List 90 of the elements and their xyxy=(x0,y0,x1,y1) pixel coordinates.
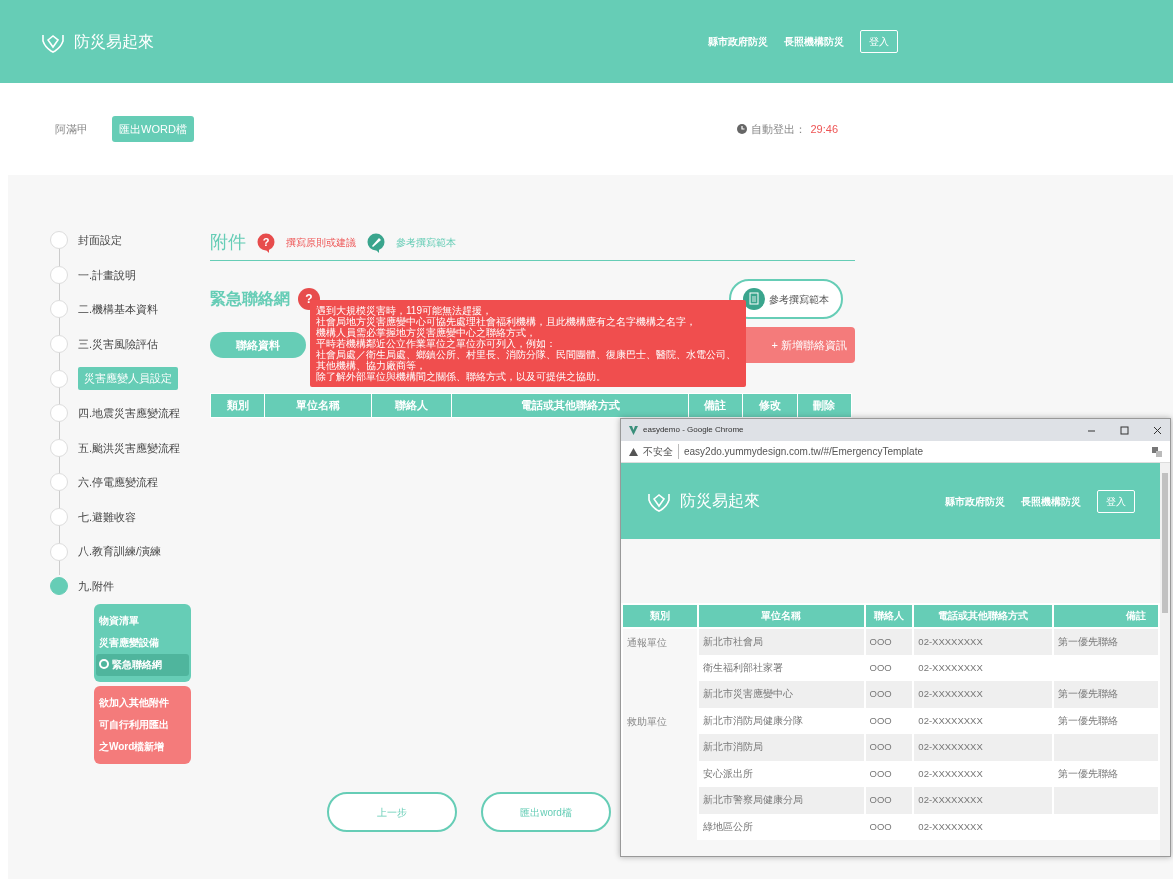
table-cell: 安心派出所 xyxy=(702,767,753,779)
column-header: 聯絡人 xyxy=(371,393,452,418)
sidebar-item[interactable]: 七.避難收容 xyxy=(78,508,137,526)
sidebar-item[interactable]: 五.颱洪災害應變流程 xyxy=(78,439,181,457)
sidebar-item[interactable]: 一.計畫說明 xyxy=(78,266,137,284)
sample-link[interactable]: 參考撰寫範本 xyxy=(396,235,456,250)
submenu-item[interactable]: 物資清單 xyxy=(99,609,186,632)
column-header: 備註 xyxy=(1052,604,1159,628)
column-header: 備註 xyxy=(688,393,743,418)
nav-link[interactable]: 長照機構防災 xyxy=(784,34,844,49)
maximize-icon[interactable] xyxy=(1120,425,1129,435)
sample-button[interactable]: 參考撰寫範本 xyxy=(729,279,843,319)
table-cell: 第一優先聯絡 xyxy=(1057,688,1118,700)
table-cell: 02-XXXXXXXX xyxy=(918,714,983,726)
table-cell: 綠地區公所 xyxy=(702,820,753,832)
column-header: 單位名稱 xyxy=(697,604,865,628)
nav-link[interactable]: 縣市政府防災 xyxy=(708,34,768,49)
guideline-link[interactable]: 撰寫原則或建議 xyxy=(286,235,356,250)
column-header: 單位名稱 xyxy=(264,393,372,418)
column-header: 刪除 xyxy=(797,393,852,418)
warning-icon xyxy=(629,447,638,456)
clock-icon xyxy=(737,124,748,134)
table-cell: 02-XXXXXXXX xyxy=(918,741,983,753)
table-cell: OOO xyxy=(869,794,892,806)
nav-link[interactable]: 縣市政府防災 xyxy=(945,493,1005,509)
table-cell: OOO xyxy=(869,767,892,779)
scrollbar[interactable] xyxy=(1160,463,1170,856)
column-header: 聯絡人 xyxy=(864,604,914,628)
table-cell: 02-XXXXXXXX xyxy=(918,635,983,647)
table-cell: 02-XXXXXXXX xyxy=(918,820,983,832)
column-header: 類別 xyxy=(210,393,265,418)
table-cell: OOO xyxy=(869,635,892,647)
security-label: 不安全 xyxy=(643,445,673,459)
table-cell: 第一優先聯絡 xyxy=(1057,635,1118,647)
subsection-title: 緊急聯絡網 xyxy=(210,289,290,309)
note-box: 欲加入其他附件 可自行利用匯出 之Word檔新增 xyxy=(94,685,191,764)
column-header: 類別 xyxy=(622,604,698,628)
table-cell: 02-XXXXXXXX xyxy=(918,661,983,673)
brand-name[interactable]: 防災易起來 xyxy=(74,29,154,54)
nav-link[interactable]: 長照機構防災 xyxy=(1021,493,1081,509)
table-cell: 第一優先聯絡 xyxy=(1057,714,1118,726)
table-cell: OOO xyxy=(869,714,892,726)
sidebar-item[interactable]: 八.教育訓練/演練 xyxy=(78,543,162,560)
column-header: 電話或其他聯絡方式 xyxy=(451,393,689,418)
table-cell: 新北市災害應變中心 xyxy=(702,688,793,700)
column-header: 電話或其他聯絡方式 xyxy=(913,604,1053,628)
table-cell: 新北市消防局 xyxy=(702,741,763,753)
table-cell: 第一優先聯絡 xyxy=(1057,767,1118,779)
window-title: easydemo - Google Chrome xyxy=(643,424,744,436)
table-cell: OOO xyxy=(869,661,892,673)
app-icon xyxy=(629,425,638,435)
table-cell: 救助單位 xyxy=(627,715,667,727)
sidebar-item[interactable]: 三.災害風險評估 xyxy=(78,335,159,353)
table-cell: 新北市警察局健康分局 xyxy=(702,794,803,806)
question-icon: ? xyxy=(256,232,276,253)
countdown-timer: 29:46 xyxy=(810,121,838,137)
url-text: easy2do.yummydesign.com.tw/#/EmergencyTemplate xyxy=(678,444,923,459)
table-cell: 新北市社會局 xyxy=(702,635,763,647)
brand-name[interactable]: 防災易起來 xyxy=(680,489,760,513)
pencil-icon xyxy=(366,232,386,253)
tooltip: 遇到大規模災害時，119可能無法趕援， 社會局地方災害應變中心可協先處理社會福利機構，且此機構應有之名字機構之名字， 機構人員需必掌握地方災害應變中心之聯絡方式， 平時若機構鄰近公立作業單位之單位亦可列入，例如： 社會局處／衛生局處、鄉鎮公所、村里長、消防分隊、民間團體、復康巴士、醫院、水電公司、其他機構、協力廠商等， 除了解外部單位與機構間之關係、聯絡方式，以及可提供之協助。 xyxy=(310,300,746,387)
submenu-item[interactable]: 緊急聯絡網 xyxy=(96,653,189,676)
table-cell: OOO xyxy=(869,741,892,753)
table-cell: 02-XXXXXXXX xyxy=(918,767,983,779)
table-cell: OOO xyxy=(869,820,892,832)
export-word-button[interactable]: 匯出WORD檔 xyxy=(112,115,194,143)
login-button[interactable]: 登入 xyxy=(1097,489,1135,513)
sidebar-item[interactable]: 二.機構基本資料 xyxy=(78,301,159,318)
table-cell: 新北市消防局健康分隊 xyxy=(702,714,803,726)
column-header: 修改 xyxy=(742,393,798,418)
login-button[interactable]: 登入 xyxy=(860,30,898,53)
table-cell: 02-XXXXXXXX xyxy=(918,794,983,806)
table-cell: 衛生福利部社家署 xyxy=(702,661,783,673)
submenu-item[interactable]: 災害應變設備 xyxy=(99,631,186,654)
footer-button[interactable]: 匯出word檔 xyxy=(481,792,611,832)
user-name: 阿滿甲 xyxy=(55,121,88,137)
table-cell: 02-XXXXXXXX xyxy=(918,688,983,700)
close-icon[interactable] xyxy=(1153,425,1162,435)
table-cell: 通報單位 xyxy=(627,637,667,648)
table-cell: OOO xyxy=(869,688,892,700)
section-title: 附件 xyxy=(210,231,246,254)
footer-button[interactable]: 上一步 xyxy=(327,792,457,832)
sidebar-item[interactable]: 九.附件 xyxy=(78,578,115,595)
sidebar-item[interactable]: 封面設定 xyxy=(78,232,122,249)
tab[interactable]: 聯絡資料 xyxy=(210,332,306,358)
sidebar-item[interactable]: 四.地震災害應變流程 xyxy=(78,405,181,422)
sidebar-item[interactable]: 六.停電應變流程 xyxy=(78,474,159,491)
translate-icon[interactable] xyxy=(1152,446,1162,457)
document-icon xyxy=(743,288,765,310)
logout-label: 自動登出： xyxy=(751,121,807,137)
